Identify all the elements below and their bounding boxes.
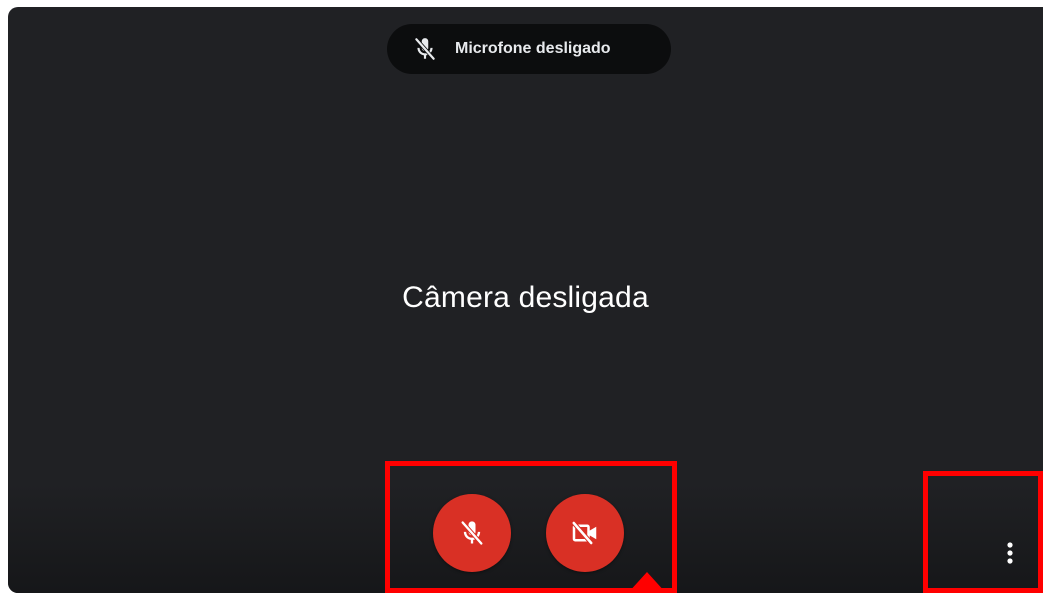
meeting-preview-screen: Microfone desligado Câmera desligada	[0, 0, 1043, 593]
camera-off-message: Câmera desligada	[402, 281, 649, 314]
bottom-gradient	[8, 483, 1043, 593]
more-options-button[interactable]	[995, 533, 1025, 573]
mic-status-label: Microfone desligado	[455, 40, 611, 57]
mic-off-icon	[458, 519, 486, 547]
video-preview: Microfone desligado Câmera desligada	[8, 7, 1043, 593]
camera-off-icon	[570, 518, 600, 548]
toggle-camera-button[interactable]	[546, 494, 624, 572]
mic-status-chip: Microfone desligado	[387, 24, 671, 74]
mic-off-icon	[412, 36, 438, 62]
more-vert-icon	[1006, 541, 1014, 565]
toggle-microphone-button[interactable]	[433, 494, 511, 572]
